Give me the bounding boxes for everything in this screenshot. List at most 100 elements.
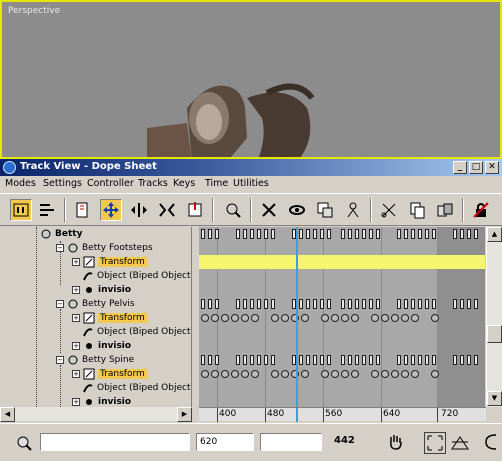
- key-marker[interactable]: [431, 314, 439, 322]
- tree-item-invisio[interactable]: + invisio: [72, 339, 131, 353]
- key-marker[interactable]: [320, 299, 324, 309]
- expand-icon[interactable]: +: [72, 398, 80, 406]
- menu-tracks[interactable]: Tracks: [138, 178, 168, 189]
- expand-icon[interactable]: +: [72, 370, 80, 378]
- key-marker[interactable]: [257, 229, 261, 239]
- key-marker[interactable]: [327, 299, 331, 309]
- key-marker[interactable]: [362, 299, 366, 309]
- key-marker[interactable]: [321, 370, 329, 378]
- key-marker[interactable]: [306, 229, 310, 239]
- scroll-up-icon[interactable]: ▲: [487, 227, 502, 242]
- key-marker[interactable]: [299, 229, 303, 239]
- key-marker[interactable]: [211, 314, 219, 322]
- key-marker[interactable]: [201, 299, 205, 309]
- move-keys-icon[interactable]: [100, 199, 122, 221]
- collapse-icon[interactable]: −: [56, 300, 64, 308]
- key-marker[interactable]: [474, 229, 478, 239]
- zoom-icon[interactable]: [14, 433, 36, 453]
- key-marker[interactable]: [201, 314, 209, 322]
- tree-item-betty-pelvis[interactable]: − Betty Pelvis: [56, 297, 135, 311]
- key-marker[interactable]: [376, 229, 380, 239]
- menu-modes[interactable]: Modes: [5, 178, 36, 189]
- key-marker[interactable]: [321, 314, 329, 322]
- key-marker[interactable]: [432, 355, 436, 365]
- key-marker[interactable]: [201, 370, 209, 378]
- pan-icon[interactable]: [386, 432, 406, 452]
- scale-keys-icon[interactable]: [156, 199, 178, 221]
- collapse-icon[interactable]: −: [56, 244, 64, 252]
- key-marker[interactable]: [411, 370, 419, 378]
- key-marker[interactable]: [215, 229, 219, 239]
- key-marker[interactable]: [460, 229, 464, 239]
- vertical-scrollbar[interactable]: ▲ ▼: [486, 227, 502, 407]
- key-marker[interactable]: [341, 299, 345, 309]
- key-marker[interactable]: [257, 299, 261, 309]
- key-marker[interactable]: [467, 355, 471, 365]
- tree-item-betty-footsteps[interactable]: − Betty Footsteps: [56, 241, 153, 255]
- key-marker[interactable]: [301, 314, 309, 322]
- key-marker[interactable]: [306, 355, 310, 365]
- key-marker[interactable]: [208, 355, 212, 365]
- key-marker[interactable]: [271, 314, 279, 322]
- key-marker[interactable]: [348, 299, 352, 309]
- key-marker[interactable]: [281, 370, 289, 378]
- key-marker[interactable]: [236, 229, 240, 239]
- key-marker[interactable]: [371, 314, 379, 322]
- scroll-left-icon[interactable]: ◀: [0, 407, 15, 422]
- key-marker[interactable]: [376, 299, 380, 309]
- key-marker[interactable]: [215, 355, 219, 365]
- key-marker[interactable]: [201, 355, 205, 365]
- key-marker[interactable]: [299, 355, 303, 365]
- key-marker[interactable]: [432, 229, 436, 239]
- tree-item-betty[interactable]: Betty: [40, 227, 82, 241]
- key-marker[interactable]: [243, 355, 247, 365]
- scroll-right-icon[interactable]: ▶: [177, 407, 192, 422]
- slide-keys-icon[interactable]: [128, 199, 150, 221]
- key-marker[interactable]: [341, 229, 345, 239]
- snap-frames-icon[interactable]: [470, 199, 492, 221]
- key-marker[interactable]: [271, 370, 279, 378]
- key-marker[interactable]: [221, 314, 229, 322]
- key-marker[interactable]: [251, 370, 259, 378]
- key-marker[interactable]: [236, 355, 240, 365]
- scroll-down-icon[interactable]: ▼: [487, 391, 502, 406]
- time-ruler[interactable]: 400 480 560 640 720: [199, 407, 486, 422]
- key-marker[interactable]: [215, 299, 219, 309]
- key-marker[interactable]: [369, 299, 373, 309]
- key-marker[interactable]: [306, 299, 310, 309]
- key-marker[interactable]: [453, 229, 457, 239]
- tree-item-object[interactable]: Object (Biped Object): [82, 269, 191, 283]
- key-marker[interactable]: [401, 314, 409, 322]
- tree-item-transform[interactable]: + Transform: [72, 311, 147, 325]
- key-marker[interactable]: [431, 370, 439, 378]
- key-marker[interactable]: [281, 314, 289, 322]
- key-marker[interactable]: [460, 355, 464, 365]
- edit-ranges-icon[interactable]: [36, 199, 58, 221]
- delete-time-icon[interactable]: [258, 199, 280, 221]
- key-marker[interactable]: [425, 355, 429, 365]
- key-marker[interactable]: [355, 355, 359, 365]
- tree-item-transform[interactable]: + Transform: [72, 367, 147, 381]
- expand-icon[interactable]: +: [72, 342, 80, 350]
- key-marker[interactable]: [432, 299, 436, 309]
- title-bar[interactable]: Track View - Dope Sheet _ □ ✕: [0, 159, 502, 176]
- key-marker[interactable]: [467, 229, 471, 239]
- key-marker[interactable]: [241, 370, 249, 378]
- key-marker[interactable]: [404, 355, 408, 365]
- dope-sheet-area[interactable]: [199, 227, 485, 407]
- key-marker[interactable]: [201, 229, 205, 239]
- zoom-extents-icon[interactable]: [424, 432, 446, 454]
- key-marker[interactable]: [397, 229, 401, 239]
- perspective-viewport[interactable]: Perspective: [0, 0, 502, 159]
- key-marker[interactable]: [331, 314, 339, 322]
- key-marker[interactable]: [313, 355, 317, 365]
- value-field[interactable]: [260, 433, 322, 451]
- collapse-icon[interactable]: −: [56, 356, 64, 364]
- key-marker[interactable]: [264, 299, 268, 309]
- key-marker[interactable]: [231, 314, 239, 322]
- tree-item-object[interactable]: Object (Biped Object): [82, 381, 191, 395]
- key-marker[interactable]: [264, 229, 268, 239]
- key-marker[interactable]: [381, 314, 389, 322]
- key-marker[interactable]: [355, 229, 359, 239]
- key-marker[interactable]: [425, 299, 429, 309]
